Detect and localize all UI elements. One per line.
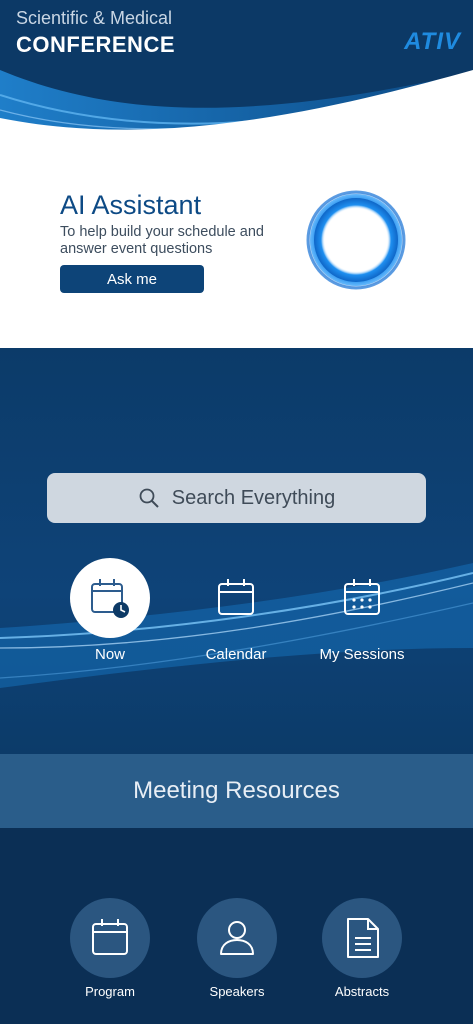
speakers-label: Speakers xyxy=(209,984,265,999)
calendar-dots-icon xyxy=(344,579,380,615)
conference-subtitle: Scientific & Medical xyxy=(16,8,173,28)
quick-action-calendar[interactable]: Calendar xyxy=(181,558,291,663)
abstracts-label: Abstracts xyxy=(334,984,390,999)
program-label: Program xyxy=(85,984,135,999)
program-button[interactable] xyxy=(70,898,150,978)
abstracts-button[interactable] xyxy=(322,898,402,978)
hero-wave-decoration xyxy=(0,563,473,688)
document-icon xyxy=(347,918,379,958)
meeting-resources-title: Meeting Resources xyxy=(133,777,340,804)
ai-assistant-title: AI Assistant xyxy=(60,190,202,220)
meeting-resources-header: Meeting Resources xyxy=(0,754,473,828)
resource-speakers[interactable]: Speakers xyxy=(177,898,297,999)
calendar-label: Calendar xyxy=(205,646,267,663)
ai-assistant-description: To help build your schedule and answer e… xyxy=(60,224,264,257)
quick-action-my-sessions[interactable]: My Sessions xyxy=(307,558,417,663)
ask-me-button[interactable]: Ask me xyxy=(60,265,204,293)
hero-section: Search Everything Now Calendar My Sessio… xyxy=(0,348,473,754)
app-header: Scientific & Medical CONFERENCE ATIV xyxy=(0,0,473,150)
my-sessions-label: My Sessions xyxy=(319,646,405,663)
ai-ring-icon xyxy=(306,190,406,290)
ai-assistant-card: AI Assistant To help build your schedule… xyxy=(0,150,473,348)
resource-abstracts[interactable]: Abstracts xyxy=(302,898,422,999)
calendar-icon xyxy=(92,919,128,955)
resources-section: Program Speakers Abstracts xyxy=(0,828,473,1024)
calendar-button[interactable] xyxy=(196,558,276,638)
calendar-icon xyxy=(218,579,254,615)
conference-title: CONFERENCE xyxy=(16,32,176,57)
search-placeholder: Search Everything xyxy=(171,486,336,509)
resource-program[interactable]: Program xyxy=(50,898,170,999)
quick-action-now[interactable]: Now xyxy=(55,558,165,663)
my-sessions-button[interactable] xyxy=(322,558,402,638)
search-bar[interactable]: Search Everything xyxy=(47,473,426,523)
now-label: Now xyxy=(94,646,125,663)
person-icon xyxy=(220,921,254,955)
search-icon xyxy=(139,488,159,508)
speakers-button[interactable] xyxy=(197,898,277,978)
brand-logo[interactable]: ATIV xyxy=(404,28,461,56)
calendar-clock-icon xyxy=(91,579,129,618)
now-button[interactable] xyxy=(70,558,150,638)
